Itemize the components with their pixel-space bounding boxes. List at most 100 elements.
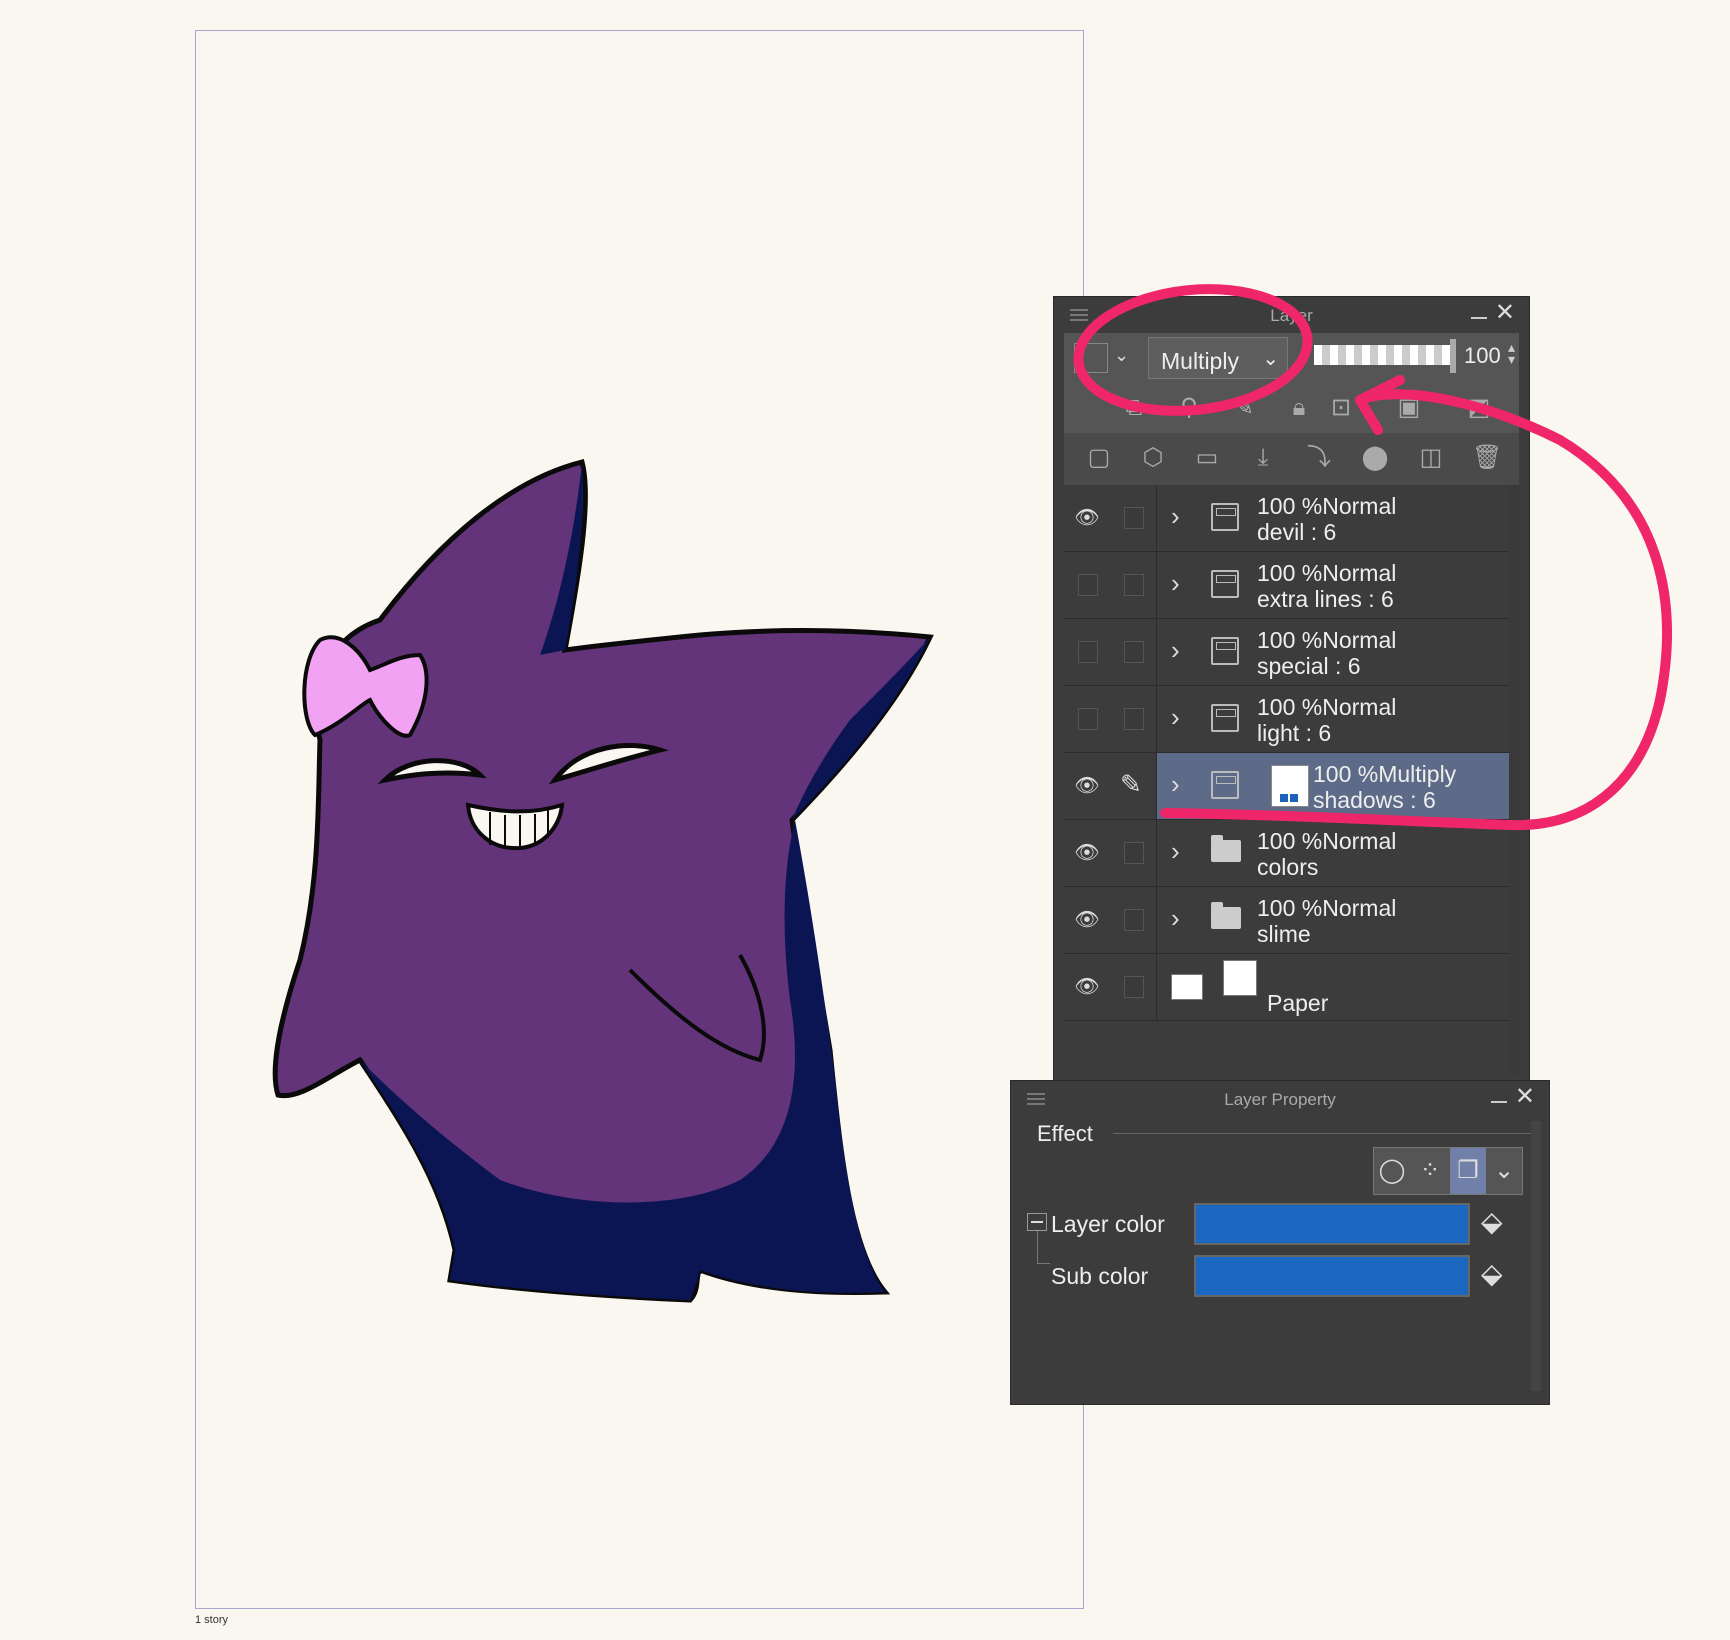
chevron-right-icon[interactable]: › <box>1171 702 1180 733</box>
pencil-icon[interactable]: ✎ <box>1120 769 1142 800</box>
eye-icon[interactable]: 👁︎ <box>1074 974 1100 998</box>
transfer-down-icon[interactable]: ⤓ <box>1248 443 1278 473</box>
folder-icon <box>1211 835 1241 862</box>
opacity-spinner-icon[interactable]: ▴ ▾ <box>1508 340 1515 366</box>
layer-name: light : 6 <box>1257 720 1332 746</box>
blend-toolbar: ⌄ Multiply ⌄ 100 ▴ ▾ <box>1064 333 1519 383</box>
layer-color-label: Layer color <box>1051 1211 1165 1237</box>
delete-layer-icon[interactable]: 🗑︎ <box>1472 443 1502 473</box>
edit-toggle[interactable] <box>1124 507 1144 529</box>
mask-toggle-icon[interactable]: ▣ <box>1394 393 1424 423</box>
combine-down-icon[interactable]: ⤵ <box>1304 443 1334 473</box>
edit-toggle[interactable] <box>1124 708 1144 730</box>
apply-mask-icon[interactable]: ◫ <box>1416 443 1446 473</box>
chevron-right-icon[interactable]: › <box>1171 501 1180 532</box>
layer-panel-titlebar[interactable]: Layer ✕ <box>1054 297 1529 333</box>
layer-row[interactable]: 👁︎ › 100 %Normal devil : 6 <box>1064 485 1510 552</box>
layer-row-paper[interactable]: 👁︎ Paper <box>1064 954 1510 1021</box>
reference-layer-icon[interactable]: ⚲ <box>1174 393 1204 423</box>
layer-options-toolbar: ⧉ ⚲ ✎ 🔒︎ ⊡ ▣ ◩ <box>1064 383 1519 433</box>
edit-toggle[interactable] <box>1124 842 1144 864</box>
opacity-slider-handle[interactable] <box>1450 339 1456 373</box>
close-icon[interactable]: ✕ <box>1515 1085 1535 1109</box>
chevron-down-icon[interactable]: ⌄ <box>1114 345 1129 366</box>
layer-row-selected[interactable]: 👁︎ ✎ › 100 %Multiply shadows : 6 <box>1064 753 1510 820</box>
layer-actions-toolbar: ▢ ⬡ ▭ ⤓ ⤵ ⬤ ◫ 🗑︎ <box>1064 433 1519 485</box>
layer-property-title: Layer Property <box>1224 1090 1336 1109</box>
layer-group-icon <box>1211 503 1239 531</box>
chevron-down-icon[interactable]: ⌄ <box>1486 1148 1522 1194</box>
edit-toggle[interactable] <box>1124 641 1144 663</box>
layer-color-swatch[interactable] <box>1074 343 1108 373</box>
layer-color-field[interactable] <box>1194 1203 1470 1245</box>
chevron-down-icon: ⌄ <box>1262 348 1279 370</box>
layer-panel-title: Layer <box>1270 306 1313 325</box>
layer-name: shadows : 6 <box>1313 787 1436 813</box>
layer-color-effect-icon[interactable]: ❐ <box>1450 1148 1486 1194</box>
opacity-slider[interactable] <box>1314 345 1450 365</box>
create-mask-icon[interactable]: ⬤ <box>1360 443 1390 473</box>
layer-opacity: 100 % <box>1257 895 1323 921</box>
paper-color-swatch[interactable] <box>1171 974 1203 1000</box>
visibility-toggle[interactable] <box>1078 574 1098 596</box>
eye-icon[interactable]: 👁︎ <box>1074 907 1100 931</box>
tone-effect-icon[interactable]: ⁘ <box>1412 1148 1448 1194</box>
lock-transparent-icon[interactable]: ⊡ <box>1326 393 1356 423</box>
layer-opacity: 100 % <box>1257 828 1323 854</box>
paint-bucket-icon[interactable]: ⬙ <box>1481 1257 1515 1291</box>
ruler-toggle-icon[interactable]: ◩ <box>1464 393 1494 423</box>
layer-row[interactable]: › 100 %Normal special : 6 <box>1064 619 1510 686</box>
sub-color-field[interactable] <box>1194 1255 1470 1297</box>
layer-opacity: 100 % <box>1257 627 1323 653</box>
lock-icon[interactable]: 🔒︎ <box>1284 393 1314 423</box>
layer-list[interactable]: 👁︎ › 100 %Normal devil : 6 › 100 %Normal… <box>1064 485 1510 1021</box>
layer-panel[interactable]: Layer ✕ ⌄ Multiply ⌄ 100 ▴ ▾ ⧉ ⚲ ✎ 🔒︎ ⊡ ▣… <box>1054 297 1529 1081</box>
chevron-right-icon[interactable]: › <box>1171 903 1180 934</box>
circle-effect-icon[interactable]: ◯ <box>1374 1148 1410 1194</box>
edit-toggle[interactable] <box>1124 574 1144 596</box>
edit-toggle[interactable] <box>1124 976 1144 998</box>
edit-toggle[interactable] <box>1124 909 1144 931</box>
folder-icon <box>1211 902 1241 929</box>
layer-mode: Normal <box>1322 828 1397 854</box>
visibility-toggle[interactable] <box>1078 708 1098 730</box>
paint-bucket-icon[interactable]: ⬙ <box>1481 1205 1515 1239</box>
chevron-right-icon[interactable]: › <box>1171 836 1180 867</box>
layer-group-icon <box>1211 570 1239 598</box>
layer-mode: Normal <box>1322 627 1397 653</box>
eye-icon[interactable]: 👁︎ <box>1074 505 1100 529</box>
layer-row[interactable]: › 100 %Normal extra lines : 6 <box>1064 552 1510 619</box>
layer-name: extra lines : 6 <box>1257 586 1394 612</box>
scrollbar[interactable] <box>1509 485 1519 1075</box>
new-raster-layer-icon[interactable]: ▢ <box>1084 443 1114 473</box>
new-folder-icon[interactable]: ▭ <box>1192 443 1222 473</box>
layer-row[interactable]: › 100 %Normal light : 6 <box>1064 686 1510 753</box>
layer-name: devil : 6 <box>1257 519 1337 545</box>
new-vector-layer-icon[interactable]: ⬡ <box>1138 443 1168 473</box>
layer-property-panel[interactable]: Layer Property ✕ Effect ◯ ⁘ ❐ ⌄ Layer co… <box>1011 1081 1549 1404</box>
eye-icon[interactable]: 👁︎ <box>1074 773 1100 797</box>
minimize-icon[interactable] <box>1491 1101 1507 1103</box>
sub-color-label: Sub color <box>1051 1263 1149 1289</box>
draft-layer-icon[interactable]: ✎ <box>1229 393 1259 423</box>
layer-row[interactable]: 👁︎ › 100 %Normal slime <box>1064 887 1510 954</box>
minimize-icon[interactable] <box>1471 317 1487 319</box>
collapse-toggle[interactable] <box>1027 1213 1047 1231</box>
scrollbar[interactable] <box>1531 1121 1541 1391</box>
clip-layer-icon[interactable]: ⧉ <box>1119 393 1149 423</box>
layer-row[interactable]: 👁︎ › 100 %Normal colors <box>1064 820 1510 887</box>
close-icon[interactable]: ✕ <box>1495 301 1515 325</box>
eye-icon[interactable]: 👁︎ <box>1074 840 1100 864</box>
layer-name: Paper <box>1267 990 1329 1016</box>
opacity-value[interactable]: 100 <box>1464 343 1501 369</box>
visibility-toggle[interactable] <box>1078 641 1098 663</box>
chevron-right-icon[interactable]: › <box>1171 769 1180 800</box>
blend-mode-select[interactable]: Multiply ⌄ <box>1148 337 1288 379</box>
blend-mode-value: Multiply <box>1161 348 1239 374</box>
layer-property-titlebar[interactable]: Layer Property ✕ <box>1011 1081 1549 1117</box>
chevron-right-icon[interactable]: › <box>1171 635 1180 666</box>
paper-icon <box>1223 960 1257 996</box>
divider <box>1113 1133 1531 1134</box>
chevron-right-icon[interactable]: › <box>1171 568 1180 599</box>
layer-group-icon <box>1211 637 1239 665</box>
